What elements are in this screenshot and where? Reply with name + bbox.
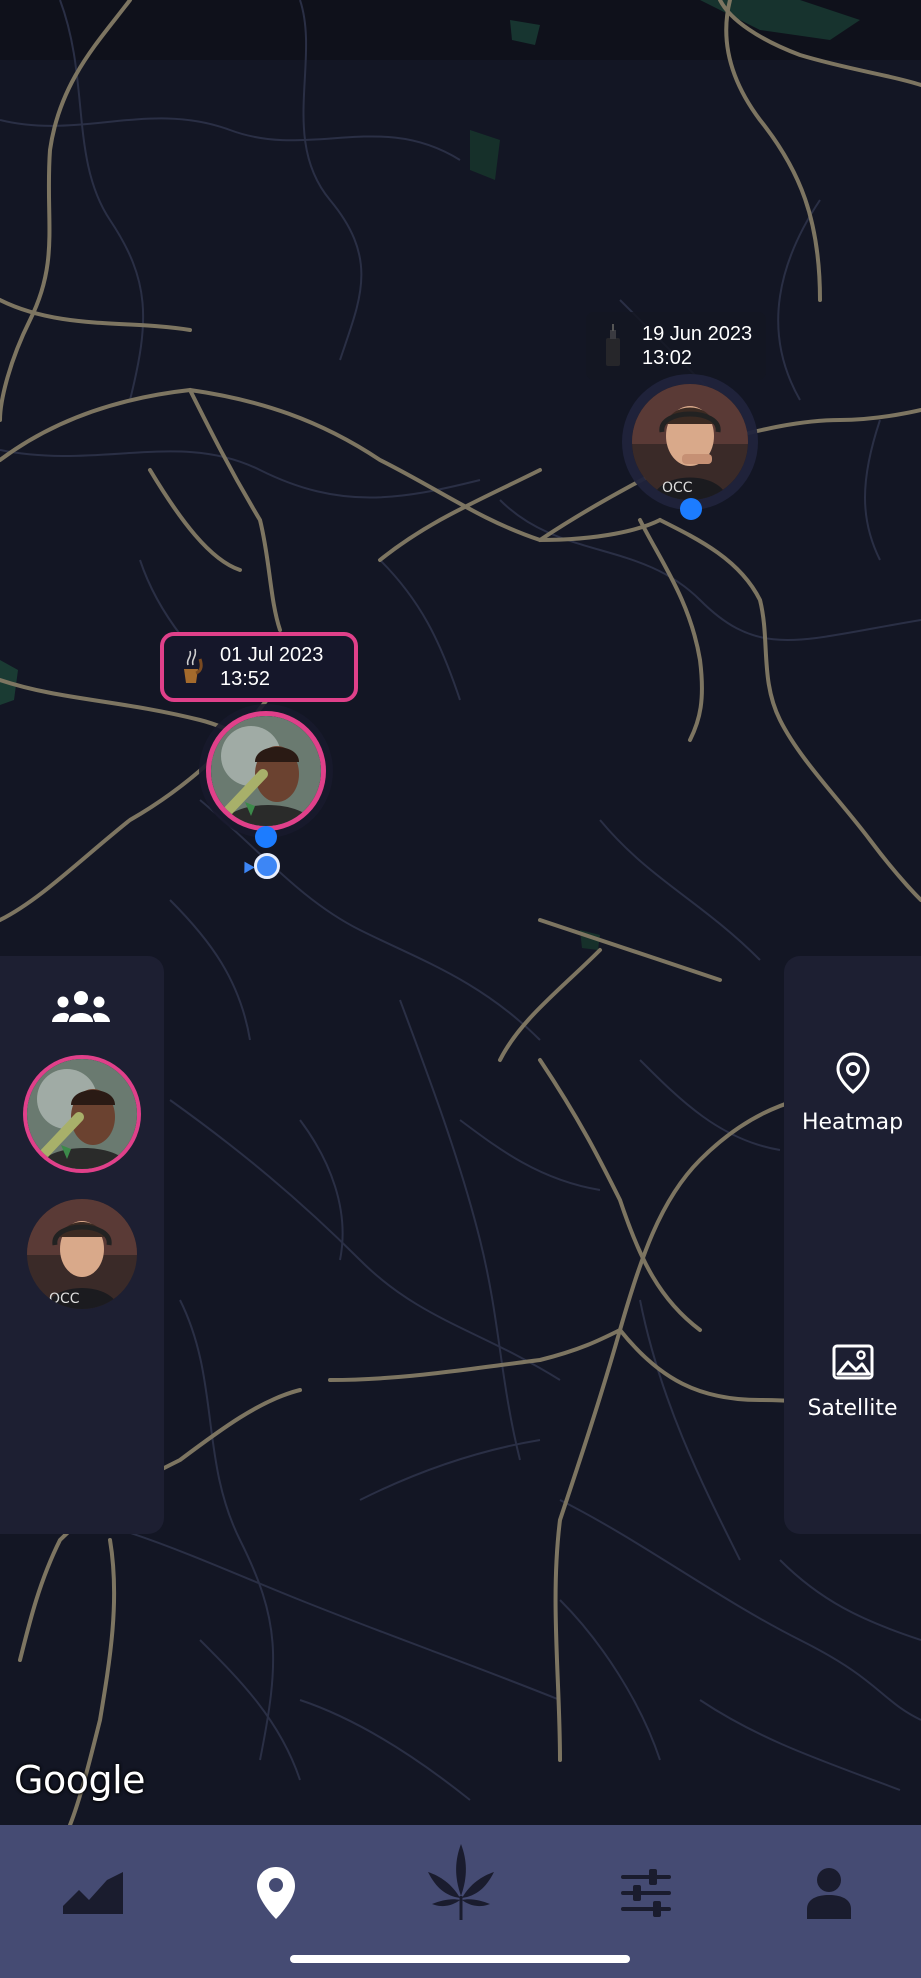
map-view[interactable]: Google	[0, 0, 921, 1825]
marker-label-selected[interactable]: 01 Jul 2023 13:52	[160, 632, 358, 702]
friend-avatar-2[interactable]: OCC	[27, 1199, 137, 1309]
my-location-dot	[254, 853, 280, 879]
nav-map[interactable]	[241, 1858, 311, 1928]
nav-profile[interactable]	[794, 1858, 864, 1928]
avatar-image: OCC	[632, 384, 748, 500]
map-mode-panel	[784, 956, 921, 1534]
area-chart-icon	[63, 1872, 123, 1914]
home-indicator[interactable]	[290, 1955, 630, 1963]
google-attribution: Google	[14, 1758, 146, 1802]
group-icon[interactable]	[52, 990, 110, 1024]
location-dot	[255, 826, 277, 848]
heatmap-label: Heatmap	[801, 1110, 904, 1135]
location-dot	[680, 498, 702, 520]
avatar-image: OCC	[27, 1199, 137, 1309]
map-roads	[0, 0, 921, 1825]
marker-date: 01 Jul 2023	[220, 644, 324, 666]
marker-date: 19 Jun 2023	[642, 323, 753, 345]
cannabis-leaf-icon	[428, 1844, 494, 1920]
svg-text:OCC: OCC	[662, 480, 693, 496]
marker-label[interactable]: 19 Jun 2023 13:02	[586, 312, 767, 380]
pipe-icon	[178, 647, 204, 687]
selected-user-avatar-marker[interactable]	[211, 716, 321, 826]
map-pin-icon	[257, 1867, 295, 1919]
avatar-image	[27, 1059, 137, 1169]
nav-log[interactable]	[424, 1842, 498, 1922]
marker-time: 13:02	[642, 347, 693, 369]
nav-settings[interactable]	[611, 1858, 681, 1928]
marker-time: 13:52	[220, 668, 271, 690]
map-screen: Google 19 Jun 2023 13:02 OCC 01 Jul 2023…	[0, 0, 921, 1978]
satellite-toggle[interactable]: Satellite	[784, 1344, 921, 1421]
sliders-icon	[621, 1869, 671, 1917]
image-icon	[832, 1344, 874, 1386]
friend-avatar-1[interactable]	[27, 1059, 137, 1169]
vape-icon	[600, 324, 626, 366]
person-icon	[807, 1868, 851, 1919]
avatar-image	[211, 716, 321, 826]
user-avatar-marker[interactable]: OCC	[632, 384, 748, 500]
map-pin-icon	[835, 1052, 871, 1100]
satellite-label: Satellite	[807, 1396, 898, 1421]
nav-stats[interactable]	[58, 1858, 128, 1928]
heatmap-toggle[interactable]: Heatmap	[784, 1052, 921, 1135]
